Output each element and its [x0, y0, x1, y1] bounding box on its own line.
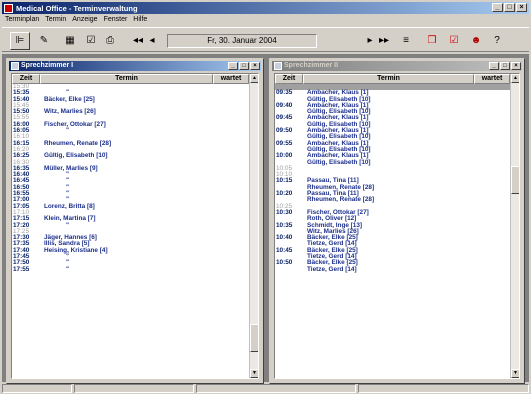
scroll-thumb[interactable]	[511, 166, 519, 194]
child-minimize-button[interactable]: _	[228, 62, 238, 70]
window-sprechzimmer-1: Sprechzimmer I _ □ × Zeit Termin wartet …	[6, 58, 264, 384]
previous-week-icon[interactable]: ◂◂	[132, 32, 144, 50]
app-title: Medical Office - Terminverwaltung	[16, 3, 138, 13]
scroll-down-icon[interactable]: ▼	[250, 369, 258, 378]
app-window: Medical Office - Terminverwaltung _ □ × …	[0, 0, 531, 394]
appointment-cell: Gültig, Elisabeth [10]	[307, 158, 371, 166]
appointment-icon[interactable]: ❒	[422, 32, 442, 50]
status-panel-1	[2, 384, 72, 393]
scroll-down-icon[interactable]: ▼	[511, 369, 519, 378]
checklist-icon[interactable]: ☑	[444, 32, 464, 50]
scroll-up-icon[interactable]: ▲	[511, 74, 519, 83]
minimize-button[interactable]: _	[492, 3, 503, 12]
window-title: Sprechzimmer II	[284, 62, 339, 69]
table-row[interactable]: 17:55 "	[12, 265, 249, 273]
window-icon	[274, 62, 282, 70]
appointment-cell: Gültig, Elisabeth [10]	[44, 152, 108, 160]
header-wartet[interactable]: wartet	[474, 74, 510, 84]
schedule-rows: 09:30 09:35 Ambacher, Klaus [1] Gültig, Eli…	[275, 83, 510, 378]
menu-termin[interactable]: Termin	[42, 15, 69, 25]
header-wartet[interactable]: wartet	[213, 74, 249, 84]
vertical-scrollbar[interactable]: ▲ ▼	[510, 74, 519, 378]
window-sprechzimmer-2: Sprechzimmer II _ □ × Zeit Termin wartet…	[269, 58, 525, 384]
vertical-scrollbar[interactable]: ▲ ▼	[249, 74, 258, 378]
appointment-cell: Witz, Marlies [26]	[44, 108, 96, 116]
status-panel-4	[358, 384, 529, 393]
child-minimize-button[interactable]: _	[489, 62, 499, 70]
schedule-grid: Zeit Termin wartet 09:30 09:35 Ambacher, K…	[274, 73, 520, 379]
next-week-icon[interactable]: ▸▸	[378, 32, 390, 50]
menu-bar: Terminplan Termin Anzeige Fenster Hilfe	[2, 15, 150, 25]
patients-icon[interactable]: ☻	[466, 32, 486, 50]
menu-anzeige[interactable]: Anzeige	[69, 15, 100, 25]
menu-terminplan[interactable]: Terminplan	[2, 15, 42, 25]
appointment-cell: Bäcker, Elke [25]	[44, 95, 95, 103]
window-title: Sprechzimmer I	[21, 62, 74, 69]
close-button[interactable]: ×	[516, 3, 527, 12]
edit-icon[interactable]: ☑	[82, 32, 100, 50]
child-maximize-button[interactable]: □	[500, 62, 510, 70]
appointment-cell: Tietze, Gerd [14]	[307, 265, 357, 273]
grid-header: Zeit Termin wartet	[275, 74, 510, 84]
appointment-cell: Rheumen, Renate [28]	[44, 139, 112, 147]
child-close-button[interactable]: ×	[250, 62, 260, 70]
table-row[interactable]: Tietze, Gerd [14]	[275, 265, 510, 273]
scroll-up-icon[interactable]: ▲	[250, 74, 258, 83]
grid-header: Zeit Termin wartet	[12, 74, 249, 84]
print-icon[interactable]: ⎙	[102, 32, 118, 50]
list-icon[interactable]: ≡	[398, 32, 414, 50]
status-bar	[2, 384, 529, 393]
maximize-button[interactable]: □	[504, 3, 515, 12]
toolbar: ⊫ ✎ ▦ ☑ ⎙ ◂◂ ◂ Fr, 30. Januar 2004 ▸ ▸▸ …	[2, 27, 529, 52]
window-title-bar: Sprechzimmer I _ □ ×	[9, 61, 261, 71]
status-panel-3	[196, 384, 356, 393]
time-cell	[275, 267, 301, 273]
app-title-bar: Medical Office - Terminverwaltung _ □ ×	[2, 2, 529, 14]
appointment-cell: "	[66, 265, 70, 273]
appointment-cell: Lorenz, Britta [8]	[44, 202, 95, 210]
status-panel-2	[74, 384, 194, 393]
child-close-button[interactable]: ×	[511, 62, 521, 70]
window-title-bar: Sprechzimmer II _ □ ×	[272, 61, 522, 71]
open-schedule-icon[interactable]: ⊫	[10, 32, 30, 50]
calendar-icon[interactable]: ▦	[60, 32, 80, 50]
next-day-icon[interactable]: ▸	[364, 32, 376, 50]
date-display: Fr, 30. Januar 2004	[167, 34, 317, 48]
header-termin[interactable]: Termin	[40, 74, 213, 84]
window-icon	[11, 62, 19, 70]
schedule-rows: 15:30 15:35 " 15:40 Bäcker, Elke [25] 15:45 15…	[12, 83, 249, 378]
tools-icon[interactable]: ✎	[34, 32, 54, 50]
schedule-grid: Zeit Termin wartet 15:30 15:35 " 15:40 Bäcke…	[11, 73, 259, 379]
child-maximize-button[interactable]: □	[239, 62, 249, 70]
help-icon[interactable]: ?	[488, 32, 506, 50]
previous-day-icon[interactable]: ◂	[146, 32, 158, 50]
app-icon	[4, 3, 13, 13]
header-termin[interactable]: Termin	[303, 74, 474, 84]
scroll-thumb[interactable]	[250, 324, 258, 352]
mdi-area: Sprechzimmer I _ □ × Zeit Termin wartet …	[2, 54, 529, 384]
menu-hilfe[interactable]: Hilfe	[130, 15, 150, 25]
menu-fenster[interactable]: Fenster	[101, 15, 131, 25]
appointment-cell: Rheumen, Renate [28]	[307, 196, 375, 204]
time-cell: 17:55	[13, 265, 30, 273]
